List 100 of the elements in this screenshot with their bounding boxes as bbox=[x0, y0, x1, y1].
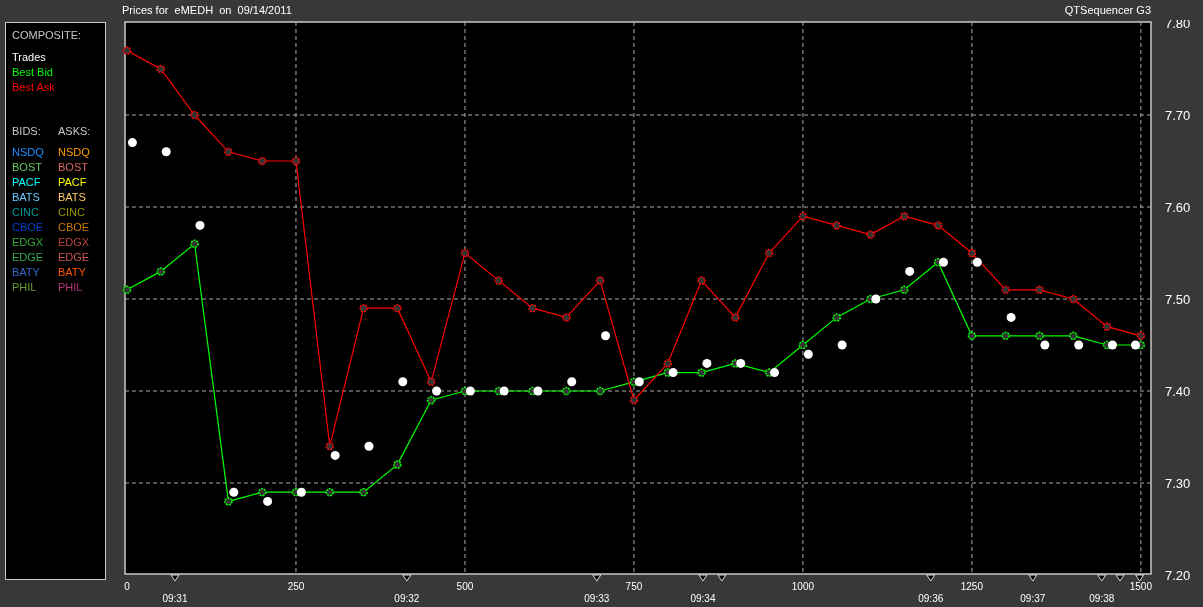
quote-point bbox=[866, 230, 875, 239]
trade-point bbox=[871, 294, 881, 304]
trade-point bbox=[668, 368, 678, 378]
trade-point bbox=[1040, 340, 1050, 350]
trade-point bbox=[1130, 340, 1140, 350]
legend-label: EDGE bbox=[58, 250, 90, 265]
legend-label: NSDQ bbox=[12, 145, 44, 160]
y-axis-label: 7.60 bbox=[1165, 200, 1191, 215]
time-label: 09:34 bbox=[690, 593, 716, 604]
chart-title: Prices for eMEDH on 09/14/2011 bbox=[122, 2, 292, 18]
trade-point bbox=[398, 377, 408, 387]
legend-label: BOST bbox=[12, 160, 42, 175]
trade-point bbox=[465, 386, 475, 396]
legend-label: PHIL bbox=[12, 280, 37, 295]
legend-label: EDGX bbox=[12, 235, 44, 250]
legend-label: CBOE bbox=[58, 220, 90, 235]
quote-point bbox=[1001, 285, 1010, 295]
trade-point bbox=[364, 441, 374, 451]
quote-point bbox=[190, 239, 199, 249]
trade-point bbox=[330, 450, 340, 460]
trade-point bbox=[263, 496, 273, 506]
trade-point bbox=[972, 257, 982, 267]
legend-label: BATS bbox=[12, 190, 40, 205]
x-axis-label: 500 bbox=[456, 581, 474, 592]
quote-point bbox=[1035, 285, 1044, 295]
quote-point bbox=[460, 248, 470, 258]
legend-label: CINC bbox=[12, 205, 39, 220]
quote-point bbox=[1069, 331, 1078, 341]
trade-point bbox=[195, 220, 205, 230]
legend-heading: COMPOSITE: bbox=[12, 28, 82, 43]
time-label: 09:32 bbox=[394, 593, 420, 604]
legend-label: PHIL bbox=[58, 280, 83, 295]
trade-point bbox=[601, 331, 611, 341]
legend-label: PACF bbox=[58, 175, 87, 190]
time-label: 09:38 bbox=[1089, 593, 1115, 604]
quote-point bbox=[224, 497, 233, 506]
trade-point bbox=[432, 386, 442, 396]
quote-point bbox=[967, 331, 977, 341]
legend-label: BATY bbox=[12, 265, 40, 280]
x-axis-label: 1000 bbox=[791, 581, 815, 592]
time-label: 09:33 bbox=[584, 593, 610, 604]
trade-point bbox=[1006, 312, 1016, 322]
quote-point bbox=[257, 156, 267, 166]
quote-point bbox=[697, 368, 706, 377]
trade-point bbox=[939, 257, 948, 267]
quote-point bbox=[967, 248, 977, 258]
trade-point bbox=[837, 340, 847, 350]
quote-point bbox=[1136, 331, 1146, 341]
y-axis-label: 7.40 bbox=[1165, 384, 1191, 399]
quote-point bbox=[731, 313, 740, 322]
legend-label: CINC bbox=[58, 205, 85, 220]
quote-point bbox=[156, 64, 166, 74]
quote-point bbox=[426, 395, 436, 405]
legend-label: BATY bbox=[58, 265, 86, 280]
quote-point bbox=[257, 487, 267, 497]
trade-point bbox=[634, 377, 644, 387]
quote-point bbox=[663, 359, 672, 368]
legend-heading: BIDS: bbox=[12, 123, 42, 139]
y-axis-label: 7.50 bbox=[1165, 292, 1191, 307]
quote-point bbox=[900, 211, 909, 221]
quote-point bbox=[190, 110, 199, 120]
quote-point bbox=[224, 147, 233, 157]
quote-point bbox=[798, 340, 808, 350]
quote-point bbox=[595, 276, 605, 285]
trade-point bbox=[567, 377, 577, 387]
quote-point bbox=[122, 46, 132, 55]
x-axis-label: 0 bbox=[124, 581, 130, 592]
trade-point bbox=[736, 358, 746, 368]
trade-point bbox=[702, 358, 712, 368]
x-axis-label: 750 bbox=[625, 581, 643, 592]
trade-point bbox=[1107, 340, 1117, 350]
y-axis-label: 7.20 bbox=[1165, 568, 1191, 583]
legend-label: CBOE bbox=[12, 220, 44, 235]
quote-point bbox=[595, 386, 605, 396]
x-axis-label: 1500 bbox=[1129, 581, 1152, 592]
trade-point bbox=[1074, 340, 1084, 350]
time-label: 09:31 bbox=[162, 593, 188, 604]
quote-point bbox=[798, 211, 808, 221]
quote-point bbox=[426, 377, 436, 387]
quote-point bbox=[562, 386, 571, 396]
y-axis-label: 7.30 bbox=[1165, 476, 1191, 491]
quote-point bbox=[900, 285, 909, 295]
quote-point bbox=[393, 460, 402, 469]
quote-point bbox=[325, 487, 334, 497]
x-axis-label: 250 bbox=[287, 581, 305, 592]
quote-point bbox=[832, 313, 841, 322]
trade-point bbox=[803, 349, 813, 359]
quote-point bbox=[156, 267, 166, 276]
quote-point bbox=[393, 303, 402, 313]
quote-point bbox=[629, 395, 639, 405]
quote-point bbox=[1001, 331, 1010, 341]
quote-point bbox=[122, 285, 132, 295]
trade-point bbox=[770, 368, 779, 378]
time-label: 09:36 bbox=[918, 593, 944, 604]
legend-label: PACF bbox=[12, 175, 41, 190]
quote-point bbox=[697, 276, 706, 285]
legend-label: EDGX bbox=[58, 235, 90, 250]
y-axis-label: 7.70 bbox=[1165, 108, 1191, 123]
quote-point bbox=[1035, 331, 1044, 341]
quote-point bbox=[528, 303, 537, 313]
